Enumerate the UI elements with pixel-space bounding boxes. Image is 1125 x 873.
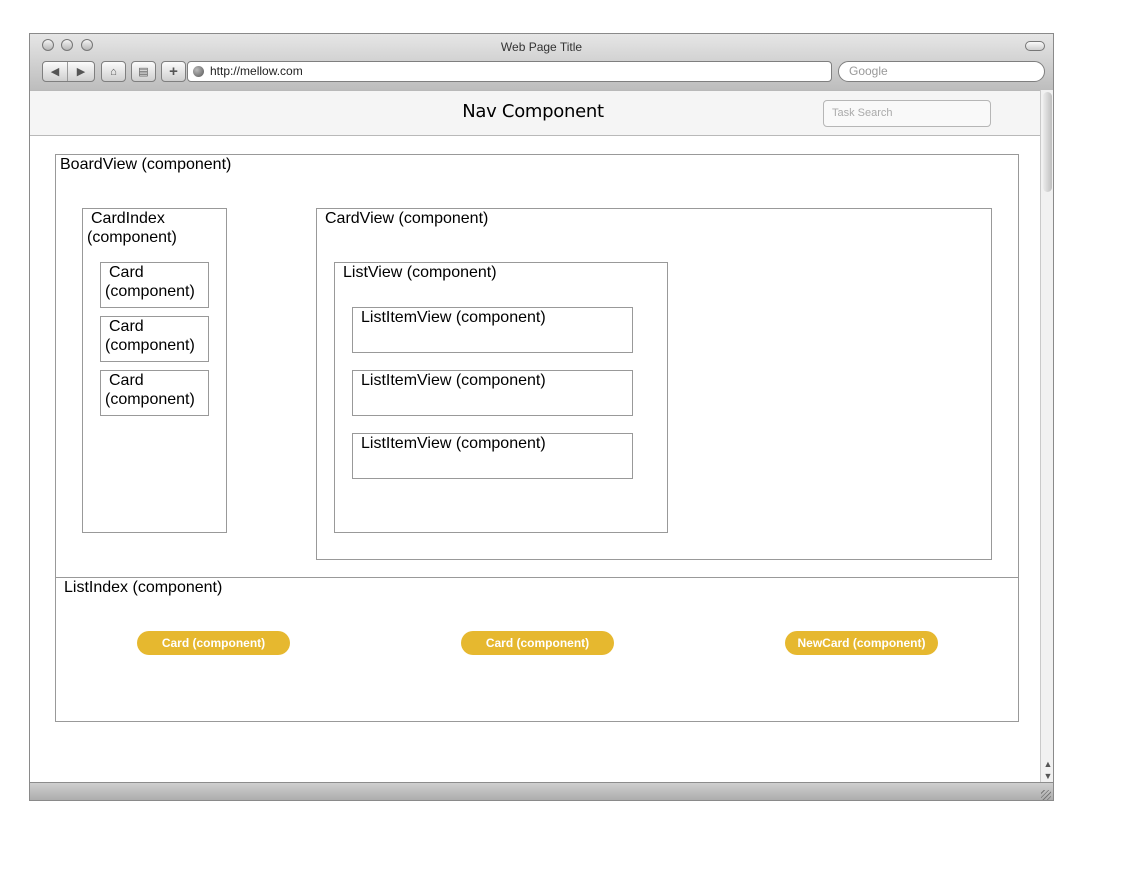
- card-item-title: Card: [109, 318, 144, 335]
- forward-icon[interactable]: ▶: [69, 62, 93, 81]
- new-card-button[interactable]: NewCard (component): [785, 631, 938, 655]
- address-bar[interactable]: http://mellow.com: [187, 61, 832, 82]
- card-item-title: Card: [109, 372, 144, 389]
- card-item-subtitle: (component): [105, 391, 195, 408]
- list-view-label: ListView (component): [343, 264, 497, 281]
- browser-search-input[interactable]: Google: [838, 61, 1045, 82]
- list-item-label: ListItemView (component): [361, 309, 546, 326]
- print-icon[interactable]: ▤: [131, 61, 156, 82]
- window-title: Web Page Title: [500, 40, 583, 54]
- globe-icon: [193, 66, 204, 77]
- back-icon[interactable]: ◀: [43, 62, 68, 81]
- card-item[interactable]: Card (component): [100, 370, 209, 416]
- list-item-label: ListItemView (component): [361, 372, 546, 389]
- address-text: http://mellow.com: [210, 64, 303, 78]
- list-view: ListView (component) ListItemView (compo…: [334, 262, 668, 533]
- add-bookmark-icon[interactable]: +: [161, 61, 186, 82]
- card-item-subtitle: (component): [105, 283, 195, 300]
- list-index-label: ListIndex (component): [64, 579, 223, 596]
- page-content: Nav Component Task Search BoardView (com…: [30, 90, 1040, 782]
- scroll-up-icon[interactable]: ▲: [1042, 758, 1053, 770]
- toolbar-toggle-button[interactable]: [1025, 41, 1045, 51]
- card-view-label: CardView (component): [325, 210, 489, 227]
- scroll-down-icon[interactable]: ▼: [1042, 770, 1053, 782]
- scrollbar-thumb[interactable]: [1043, 92, 1052, 192]
- card-index-label: CardIndex: [91, 210, 165, 227]
- browser-window: Web Page Title ◀ ▶ ⌂ ▤ + http://mellow.c…: [29, 33, 1054, 801]
- back-forward-group: ◀ ▶: [42, 61, 95, 82]
- card-component-button[interactable]: Card (component): [137, 631, 290, 655]
- list-item-view[interactable]: ListItemView (component): [352, 307, 633, 353]
- card-item[interactable]: Card (component): [100, 262, 209, 308]
- nav-component: Nav Component Task Search: [30, 90, 1040, 136]
- vertical-scrollbar[interactable]: ▲ ▼: [1040, 90, 1053, 782]
- list-item-view[interactable]: ListItemView (component): [352, 370, 633, 416]
- list-item-view[interactable]: ListItemView (component): [352, 433, 633, 479]
- status-bar: [30, 782, 1053, 800]
- resize-grip-icon[interactable]: [1041, 790, 1051, 800]
- card-item[interactable]: Card (component): [100, 316, 209, 362]
- task-search-input[interactable]: Task Search: [823, 100, 991, 127]
- board-view-label: BoardView (component): [60, 156, 232, 173]
- browser-toolbar: Web Page Title ◀ ▶ ⌂ ▤ + http://mellow.c…: [30, 34, 1053, 91]
- home-icon[interactable]: ⌂: [101, 61, 126, 82]
- card-view: CardView (component) ListView (component…: [316, 208, 992, 560]
- card-item-title: Card: [109, 264, 144, 281]
- card-component-button[interactable]: Card (component): [461, 631, 614, 655]
- card-index: CardIndex (component) Card (component) C…: [82, 208, 227, 533]
- card-item-subtitle: (component): [105, 337, 195, 354]
- card-index-label-sub: (component): [87, 229, 177, 246]
- list-index: ListIndex (component) Card (component) C…: [55, 577, 1019, 722]
- list-item-label: ListItemView (component): [361, 435, 546, 452]
